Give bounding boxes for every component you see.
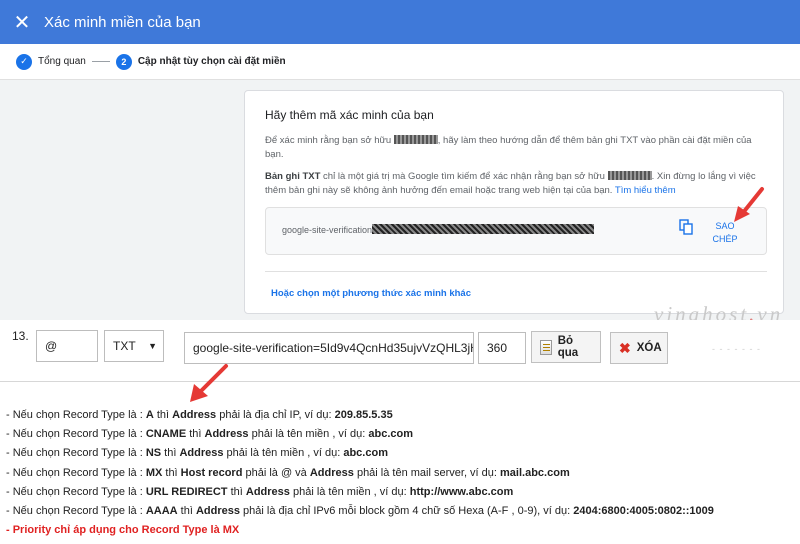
divider <box>265 271 767 272</box>
address-field[interactable]: google-site-verification=5Id9v4QcnHd35uj… <box>184 332 474 364</box>
delete-label: XÓA <box>636 342 662 354</box>
dns-record-row: 13. @ TXT ▼ google-site-verification=5Id… <box>0 320 800 382</box>
verification-code[interactable]: google-site-verification <box>282 224 595 235</box>
alternate-method-link[interactable]: Hoặc chọn một phương thức xác minh khác <box>271 288 471 299</box>
note-line: - Nếu chọn Record Type là : AAAA thì Add… <box>6 504 714 517</box>
note-line: - Nếu chọn Record Type là : A thì Addres… <box>6 409 393 421</box>
txt-record-term: Bản ghi TXT <box>265 171 321 182</box>
txt-text-start: chỉ là một giá trị mà Google tìm kiếm để… <box>320 171 605 182</box>
chevron-down-icon: ▼ <box>148 341 157 351</box>
note-line: - Nếu chọn Record Type là : NS thì Addre… <box>6 447 388 460</box>
txt-explanation: Bản ghi TXT chỉ là một giá trị mà Google… <box>265 170 763 198</box>
verification-card: Hãy thêm mã xác minh của bạn Để xác minh… <box>244 90 784 314</box>
note-line: - Nếu chọn Record Type là : MX thì Host … <box>6 466 570 479</box>
host-field[interactable]: @ <box>36 330 98 362</box>
record-type-notes: - Nếu chọn Record Type là : A thì Addres… <box>6 406 796 540</box>
card-heading: Hãy thêm mã xác minh của bạn <box>265 108 434 122</box>
step-overview[interactable]: ✓ Tổng quan <box>16 53 86 70</box>
note-line: - Nếu chọn Record Type là : URL REDIRECT… <box>6 485 514 498</box>
copy-button[interactable]: SAO CHÉP <box>708 220 742 246</box>
delete-button[interactable]: ✖ XÓA <box>610 332 668 364</box>
delete-x-icon: ✖ <box>619 339 631 356</box>
redacted-domain <box>393 135 438 144</box>
copy-label-line1: SAO <box>715 221 735 231</box>
intro-text-start: Để xác minh rằng bạn sở hữu <box>265 135 392 146</box>
skip-button[interactable]: Bỏ qua <box>531 331 601 363</box>
check-icon: ✓ <box>16 53 32 70</box>
dialog-title: Xác minh miền của bạn <box>44 13 201 31</box>
note-icon <box>540 339 552 355</box>
faded-text: - - - - - - - <box>712 344 761 354</box>
learn-more-link[interactable]: Tìm hiểu thêm <box>615 185 676 196</box>
close-icon[interactable]: ✕ <box>0 0 44 44</box>
skip-label: Bỏ qua <box>557 335 579 359</box>
step-label: Tổng quan <box>38 56 86 67</box>
note-line: - Nếu chọn Record Type là : CNAME thì Ad… <box>6 428 414 441</box>
copy-icon[interactable] <box>678 219 694 235</box>
record-type-value: TXT <box>113 339 136 353</box>
redacted-code <box>372 224 595 234</box>
record-type-select[interactable]: TXT ▼ <box>104 330 164 362</box>
step-label: Cập nhật tùy chọn cài đặt miền <box>137 56 286 67</box>
step-number: 2 <box>115 53 132 70</box>
dialog-header: ✕ Xác minh miền của bạn <box>0 0 800 44</box>
verification-code-box: google-site-verification SAO CHÉP <box>265 207 767 255</box>
record-index: 13. <box>12 329 29 343</box>
redacted-domain <box>607 171 652 180</box>
intro-paragraph: Để xác minh rằng bạn sở hữu , hãy làm th… <box>265 134 763 162</box>
step-connector <box>91 61 110 62</box>
ttl-field[interactable]: 360 <box>478 332 526 364</box>
step-update-settings[interactable]: 2 Cập nhật tùy chọn cài đặt miền <box>115 53 286 70</box>
stepper: ✓ Tổng quan 2 Cập nhật tùy chọn cài đặt … <box>0 44 800 80</box>
copy-label-line2: CHÉP <box>712 234 738 244</box>
code-prefix: google-site-verification <box>282 225 373 235</box>
priority-note: - Priority chỉ áp dụng cho Record Type l… <box>6 524 240 537</box>
